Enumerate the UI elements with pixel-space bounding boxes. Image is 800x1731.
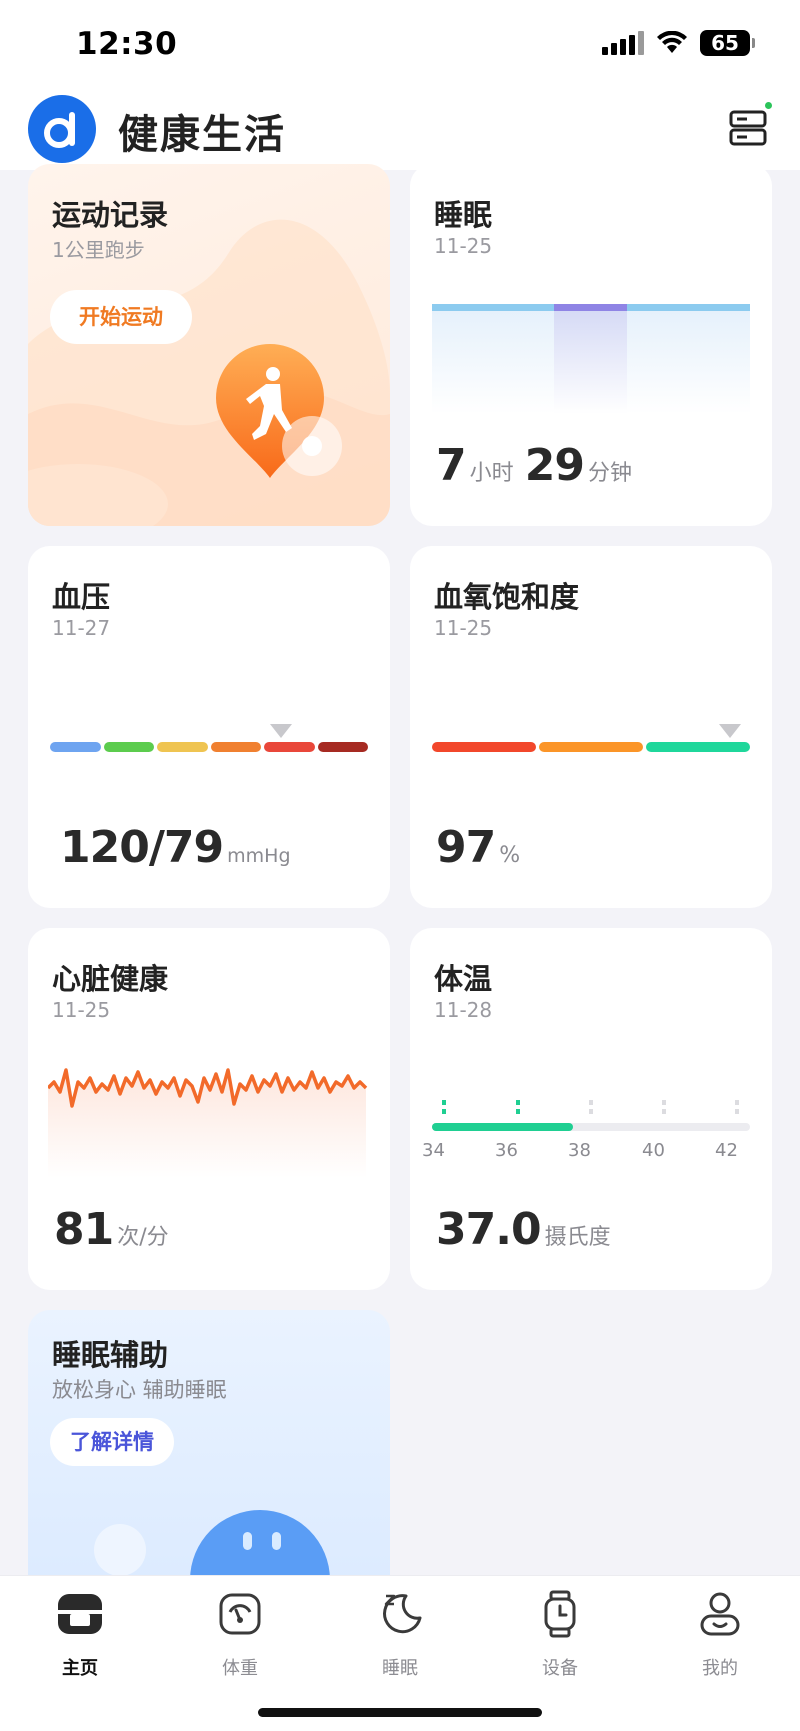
heart-health-card[interactable]: 心脏健康 11-25 81 次/分 bbox=[28, 928, 390, 1290]
heart-reading: 81 次/分 bbox=[54, 1204, 169, 1255]
runner-pin-icon bbox=[216, 344, 342, 478]
sleep-date: 11-25 bbox=[434, 234, 493, 258]
wifi-icon bbox=[657, 31, 687, 53]
spo2-scale-bar bbox=[432, 742, 750, 752]
device-list-icon bbox=[729, 110, 767, 146]
heart-rate-value: 81 bbox=[54, 1204, 114, 1255]
heart-date: 11-25 bbox=[52, 998, 111, 1022]
spo2-level-marker bbox=[719, 724, 741, 738]
bp-scale-segment bbox=[210, 742, 261, 752]
exercise-card[interactable]: 运动记录 1公里跑步 开始运动 bbox=[28, 164, 390, 526]
bp-level-marker bbox=[270, 724, 292, 738]
profile-icon bbox=[700, 1592, 740, 1636]
sleep-minutes: 29 bbox=[524, 440, 585, 491]
bp-scale-segment bbox=[157, 742, 208, 752]
sleep-hours-unit: 小时 bbox=[469, 461, 514, 486]
bp-scale-segment bbox=[103, 742, 154, 752]
bp-scale-segment bbox=[317, 742, 368, 752]
sleep-deep-area bbox=[554, 304, 627, 414]
sleep-card[interactable]: 睡眠 11-25 7 小时 29 分钟 bbox=[410, 164, 772, 526]
temp-value: 37.0 bbox=[436, 1204, 542, 1255]
cellular-signal-icon bbox=[602, 31, 644, 55]
status-icons: 65 bbox=[602, 30, 755, 56]
spo2-unit: % bbox=[499, 843, 521, 868]
app-logo-icon bbox=[28, 95, 96, 163]
bp-value: 120/79 bbox=[60, 822, 224, 873]
bp-title: 血压 bbox=[52, 580, 111, 614]
ecg-waveform bbox=[48, 1068, 368, 1178]
spo2-date: 11-25 bbox=[434, 616, 493, 640]
bp-date: 11-27 bbox=[52, 616, 111, 640]
bp-scale-segment bbox=[264, 742, 315, 752]
temp-reading: 37.0 摄氏度 bbox=[436, 1204, 611, 1255]
home-indicator bbox=[258, 1708, 542, 1717]
temp-unit: 摄氏度 bbox=[544, 1225, 611, 1250]
sleep-duration: 7 小时 29 分钟 bbox=[436, 440, 632, 491]
temp-tick-marks bbox=[442, 1100, 739, 1114]
tab-label: 我的 bbox=[702, 1658, 738, 1679]
spo2-scale-segment bbox=[646, 742, 750, 752]
watch-icon bbox=[544, 1590, 576, 1638]
tab-label: 设备 bbox=[542, 1658, 578, 1679]
exercise-subtitle: 1公里跑步 bbox=[52, 238, 145, 262]
tab-label: 睡眠 bbox=[382, 1658, 418, 1679]
heart-rate-unit: 次/分 bbox=[117, 1225, 169, 1250]
scale-icon bbox=[219, 1593, 261, 1635]
temp-tick-label: 42 bbox=[715, 1140, 738, 1161]
tab-label: 主页 bbox=[62, 1658, 98, 1679]
sleep-hours: 7 bbox=[436, 440, 467, 491]
spo2-title: 血氧饱和度 bbox=[434, 580, 580, 614]
tab-sleep[interactable]: 睡眠 bbox=[355, 1590, 445, 1680]
spo2-scale-segment bbox=[432, 742, 536, 752]
sleep-aid-title: 睡眠辅助 bbox=[52, 1338, 169, 1372]
learn-more-button[interactable]: 了解详情 bbox=[50, 1418, 174, 1466]
tab-weight[interactable]: 体重 bbox=[195, 1590, 285, 1680]
temp-title: 体温 bbox=[434, 962, 493, 996]
bp-unit: mmHg bbox=[227, 845, 291, 867]
temp-tick-label: 34 bbox=[422, 1140, 445, 1161]
status-bar: 12:30 65 bbox=[0, 0, 800, 88]
blood-pressure-card[interactable]: 血压 11-27 120/79 mmHg bbox=[28, 546, 390, 908]
start-exercise-button[interactable]: 开始运动 bbox=[50, 290, 192, 344]
tab-home[interactable]: 主页 bbox=[35, 1590, 125, 1680]
bp-scale-segment bbox=[50, 742, 101, 752]
temp-tick-label: 38 bbox=[568, 1140, 591, 1161]
spo2-scale-segment bbox=[539, 742, 643, 752]
temperature-card[interactable]: 体温 11-28 34 36 38 40 42 37.0 摄氏度 bbox=[410, 928, 772, 1290]
temp-fill bbox=[432, 1123, 573, 1131]
battery-icon: 65 bbox=[700, 30, 755, 56]
exercise-title: 运动记录 bbox=[52, 198, 169, 232]
sleep-title: 睡眠 bbox=[434, 198, 493, 232]
temp-tick-label: 40 bbox=[642, 1140, 665, 1161]
tab-device[interactable]: 设备 bbox=[515, 1590, 605, 1680]
sleep-bar-deep bbox=[554, 304, 627, 311]
sleep-minutes-unit: 分钟 bbox=[587, 461, 632, 486]
spo2-reading: 97% bbox=[436, 822, 520, 873]
app-title: 健康生活 bbox=[118, 112, 286, 158]
device-list-button[interactable] bbox=[726, 102, 772, 150]
status-time: 12:30 bbox=[76, 26, 178, 62]
bp-reading: 120/79 mmHg bbox=[60, 822, 291, 873]
temp-date: 11-28 bbox=[434, 998, 493, 1022]
notification-dot bbox=[765, 102, 772, 109]
tab-label: 体重 bbox=[222, 1658, 258, 1679]
home-icon bbox=[58, 1594, 102, 1634]
temp-tick-label: 36 bbox=[495, 1140, 518, 1161]
tab-profile[interactable]: 我的 bbox=[675, 1590, 765, 1680]
heart-title: 心脏健康 bbox=[52, 962, 169, 996]
app-header: 健康生活 bbox=[0, 88, 800, 170]
sleep-aid-subtitle: 放松身心 辅助睡眠 bbox=[52, 1378, 227, 1402]
bp-scale-bar bbox=[50, 742, 368, 752]
moon-icon bbox=[383, 1594, 422, 1634]
spo2-card[interactable]: 血氧饱和度 11-25 97% bbox=[410, 546, 772, 908]
spo2-value: 97 bbox=[436, 822, 496, 873]
